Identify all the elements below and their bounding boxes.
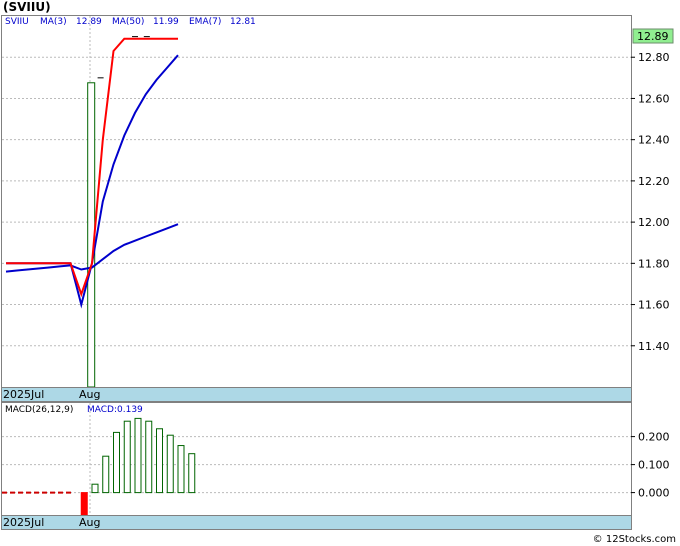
x-label-aug: Aug: [79, 388, 100, 401]
price-y-tick-label: 12.80: [638, 51, 670, 64]
macd-bar: [188, 453, 196, 494]
legend-ma50-label: MA(50): [112, 17, 144, 27]
macd-x-label-aug: Aug: [79, 516, 100, 529]
macd-bar: [80, 492, 88, 516]
price-y-axis: 11.40 11.60 11.80 12.00 12.20 12.40 12.60 12.80: [631, 51, 670, 353]
macd-bar: [102, 455, 110, 494]
macd-y-tick-label: 0.200: [638, 431, 670, 444]
macd-y-tick-label: 0.100: [638, 459, 670, 472]
macd-label: MACD(26,12,9): [5, 405, 73, 415]
macd-bar: [91, 483, 99, 494]
macd-panel-frame: [1, 402, 632, 516]
legend-symbol: SVIIU: [5, 17, 29, 27]
price-y-tick-label: 12.00: [638, 216, 670, 229]
footer-credit: © 12Stocks.com: [592, 534, 676, 545]
price-y-tick-label: 11.40: [638, 340, 670, 353]
macd-bar: [177, 445, 185, 494]
last-price-tag: 12.89: [637, 30, 669, 43]
macd-bar: [123, 420, 131, 494]
price-panel-frame: [1, 15, 632, 388]
legend-ema7-value: 12.81: [230, 17, 256, 27]
legend-ma50-value: 11.99: [153, 17, 179, 27]
legend-ema7-label: EMA(7): [189, 17, 221, 27]
legend-ma3-value: 12.89: [76, 17, 102, 27]
macd-bar: [134, 417, 142, 494]
macd-bar: [113, 431, 120, 494]
price-y-tick-label: 11.80: [638, 257, 670, 270]
price-y-tick-label: 12.20: [638, 175, 670, 188]
macd-bar: [145, 420, 153, 494]
stock-chart: 11.40 11.60 11.80 12.00 12.20 12.40 12.60 12.80…: [1, 15, 674, 530]
macd-y-axis: 0.000 0.100 0.200: [631, 431, 670, 500]
macd-value: MACD:0.139: [87, 405, 143, 415]
price-y-tick-label: 11.60: [638, 299, 670, 312]
macd-bar: [166, 434, 174, 494]
price-y-tick-label: 12.40: [638, 134, 670, 147]
macd-bar: [156, 428, 163, 494]
macd-y-tick-label: 0.000: [638, 487, 670, 500]
x-label-2025jul: 2025Jul: [3, 388, 44, 401]
price-y-tick-label: 12.60: [638, 92, 670, 105]
legend-ma3-label: MA(3): [40, 17, 67, 27]
macd-x-label-2025jul: 2025Jul: [3, 516, 44, 529]
